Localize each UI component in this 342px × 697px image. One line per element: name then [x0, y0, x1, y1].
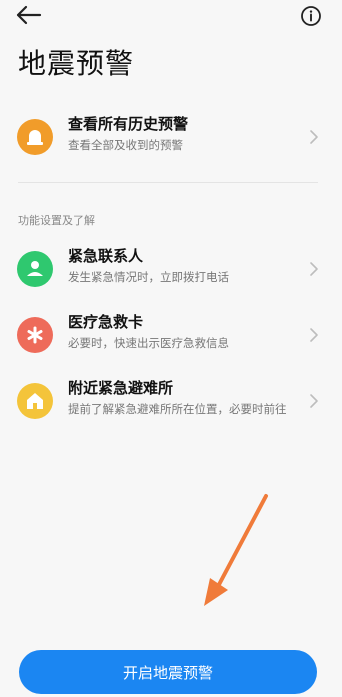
- emergency-contacts-title: 紧急联系人: [68, 247, 144, 265]
- medical-icon-badge: [17, 317, 53, 353]
- shelter-icon-badge: [17, 383, 53, 419]
- emergency-contacts-subtitle: 发生紧急情况时，立即拨打电话: [68, 270, 229, 284]
- alarm-siren-icon: [27, 130, 43, 145]
- chevron-right-icon: [310, 328, 318, 342]
- contacts-icon-badge: [17, 251, 53, 287]
- nearby-shelter-title: 附近紧急避难所: [68, 379, 174, 397]
- medical-card-title: 医疗急救卡: [68, 313, 144, 331]
- history-alerts-row[interactable]: 查看所有历史预警 查看全部及收到的预警: [0, 110, 342, 166]
- back-arrow-icon[interactable]: [14, 3, 44, 27]
- chevron-right-icon: [310, 394, 318, 408]
- person-icon: [27, 261, 43, 276]
- annotation-arrow-icon: [204, 494, 268, 606]
- info-icon[interactable]: [298, 3, 324, 29]
- enable-earthquake-alert-button[interactable]: 开启地震预警: [19, 650, 317, 694]
- page-title: 地震预警: [18, 47, 135, 80]
- medical-asterisk-icon: [27, 326, 43, 344]
- history-alerts-title: 查看所有历史预警: [68, 115, 189, 133]
- history-alerts-subtitle: 查看全部及收到的预警: [68, 138, 183, 152]
- house-icon: [27, 393, 43, 409]
- nearby-shelter-row[interactable]: 附近紧急避难所 提前了解紧急避难所所在位置，必要时前往: [0, 374, 342, 430]
- emergency-contacts-row[interactable]: 紧急联系人 发生紧急情况时，立即拨打电话: [0, 242, 342, 298]
- chevron-right-icon: [310, 262, 318, 276]
- chevron-right-icon: [310, 130, 318, 144]
- medical-card-row[interactable]: 医疗急救卡 必要时，快速出示医疗急救信息: [0, 308, 342, 364]
- divider: [18, 182, 318, 183]
- section-label: 功能设置及了解: [18, 214, 95, 227]
- nearby-shelter-subtitle: 提前了解紧急避难所所在位置，必要时前往: [68, 402, 287, 416]
- history-icon-badge: [17, 119, 53, 155]
- medical-card-subtitle: 必要时，快速出示医疗急救信息: [68, 336, 229, 350]
- top-bar: [0, 0, 342, 34]
